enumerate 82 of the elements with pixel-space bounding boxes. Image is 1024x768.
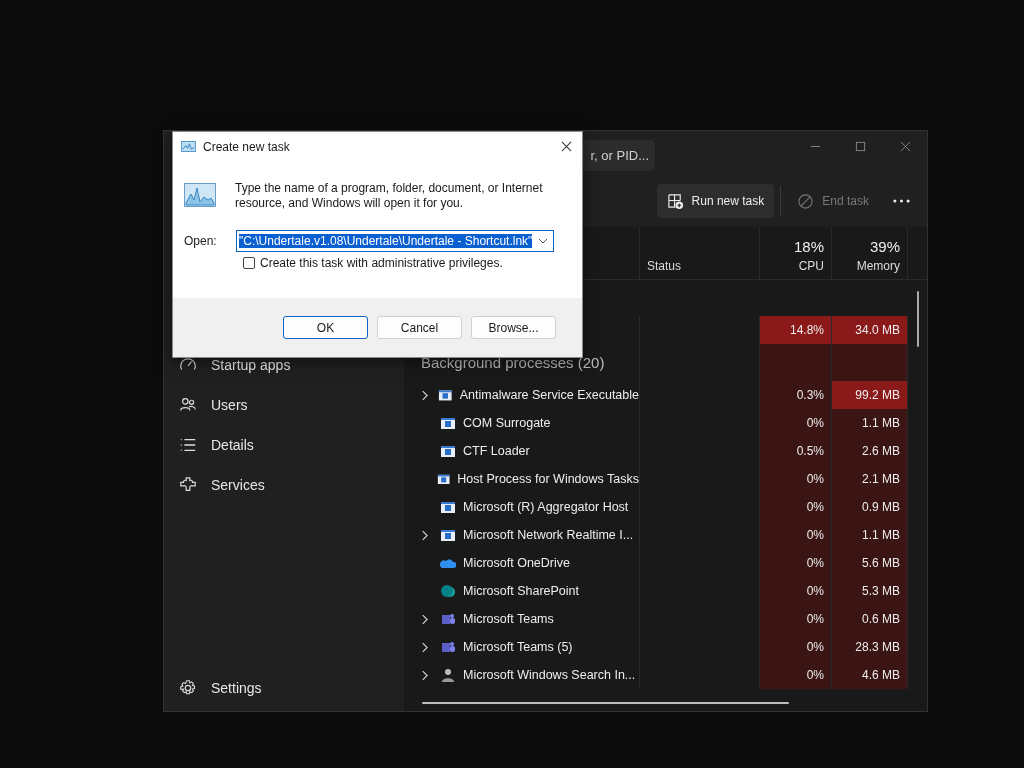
checkbox[interactable] (243, 257, 255, 269)
table-cell: 28.3 MB (831, 633, 907, 661)
table-cell: 4.6 MB (831, 661, 907, 689)
scrollbar-thumb[interactable] (422, 702, 789, 704)
table-cell: 34.0 MB (831, 316, 907, 344)
process-name[interactable]: Microsoft Windows Search In... (463, 668, 636, 682)
process-name[interactable]: Host Process for Windows Tasks (457, 472, 639, 486)
person-icon (440, 667, 456, 683)
memory-usage-total: 39% (869, 238, 900, 255)
dialog-title: Create new task (203, 139, 291, 154)
table-cell: 5.3 MB (831, 577, 907, 605)
caret-icon[interactable] (538, 238, 548, 244)
table-cell: 0% (759, 577, 831, 605)
column-header[interactable]: Status (647, 259, 752, 273)
table-cell: 14.8% (759, 316, 831, 344)
process-name[interactable]: Microsoft SharePoint (463, 584, 580, 598)
table-cell: 5.6 MB (831, 549, 907, 577)
sidebar-item[interactable]: Users (164, 385, 404, 425)
table-cell: 0.9 MB (831, 493, 907, 521)
table-cell: 2.1 MB (831, 465, 907, 493)
app-window-icon (440, 499, 456, 515)
chevron-icon[interactable] (421, 613, 428, 625)
process-name[interactable]: COM Surrogate (463, 416, 551, 430)
table-cell: 0% (759, 605, 831, 633)
sidebar-item[interactable]: Startup apps (164, 345, 404, 385)
cpu-usage-total: 18% (793, 238, 824, 255)
browse-button[interactable]: Browse... (471, 316, 556, 339)
scrollbar-thumb[interactable] (917, 291, 919, 347)
table-cell: 99.2 MB (831, 381, 907, 409)
chevron-icon[interactable] (421, 529, 428, 541)
more-icon (892, 199, 910, 203)
app-window-icon (438, 387, 453, 403)
sidebar-item[interactable]: Services (164, 465, 404, 505)
dialog-message: Type the name of a program, folder, document, or Internet resource, and Windows will open it for you. (235, 181, 544, 211)
table-cell: 0.3% (759, 381, 831, 409)
app-window-icon (440, 415, 456, 431)
app-window-icon (440, 527, 456, 543)
table-cell: 0% (759, 409, 831, 437)
close-icon[interactable] (561, 141, 572, 152)
process-name[interactable]: Microsoft Network Realtime I... (463, 528, 634, 542)
settings-item[interactable]: Settings (164, 668, 404, 708)
table-cell: 0.6 MB (831, 605, 907, 633)
table-cell: 0% (759, 465, 831, 493)
table-cell: 1.1 MB (831, 521, 907, 549)
blocked-icon (797, 192, 815, 210)
app-window-icon (440, 443, 456, 459)
chevron-icon[interactable] (421, 641, 428, 653)
process-name[interactable]: Microsoft Teams (5) (463, 640, 573, 654)
open-combobox[interactable]: "C:\Undertale.v1.08\Undertale\Undertale - Shortcut.lnk" (236, 230, 554, 252)
open-label: Open: (184, 234, 218, 248)
process-name[interactable]: Antimalware Service Executable (459, 388, 639, 402)
search-field[interactable]: r, or PID... (582, 139, 655, 171)
maximize-icon[interactable] (855, 140, 866, 152)
puzzle-icon (179, 476, 197, 494)
chart-window-icon (184, 183, 216, 207)
table-cell: 0% (759, 633, 831, 661)
table-cell: 0% (759, 661, 831, 689)
table-cell: 2.6 MB (831, 437, 907, 465)
process-name[interactable]: Microsoft Teams (463, 612, 554, 626)
settings-icon (179, 679, 197, 697)
process-name[interactable]: CTF Loader (463, 444, 530, 458)
monitor-icon (181, 141, 196, 152)
group-header[interactable]: Background processes (20) (421, 354, 605, 371)
checkbox-label[interactable]: Create this task with administrative privileges. (260, 256, 503, 270)
chevron-icon[interactable] (421, 669, 428, 681)
sidebar-item[interactable]: Details (164, 425, 404, 465)
column-header[interactable]: CPU (798, 259, 824, 273)
table-cell: 0% (759, 521, 831, 549)
process-name[interactable]: Microsoft (R) Aggregator Host (463, 500, 629, 514)
table-cell: 0% (759, 493, 831, 521)
table-cell (759, 344, 831, 381)
cancel-button[interactable]: Cancel (377, 316, 462, 339)
run-new-task-button[interactable]: Run new task (656, 184, 775, 218)
table-cell: 0% (759, 549, 831, 577)
process-name[interactable]: Microsoft OneDrive (463, 556, 570, 570)
table-cell: 1.1 MB (831, 409, 907, 437)
list-icon (179, 436, 197, 454)
column-header[interactable]: Memory (856, 259, 900, 273)
chevron-icon[interactable] (421, 389, 428, 401)
ok-button[interactable]: OK (283, 316, 368, 339)
add-window-icon (666, 192, 684, 210)
table-cell: 0.5% (759, 437, 831, 465)
